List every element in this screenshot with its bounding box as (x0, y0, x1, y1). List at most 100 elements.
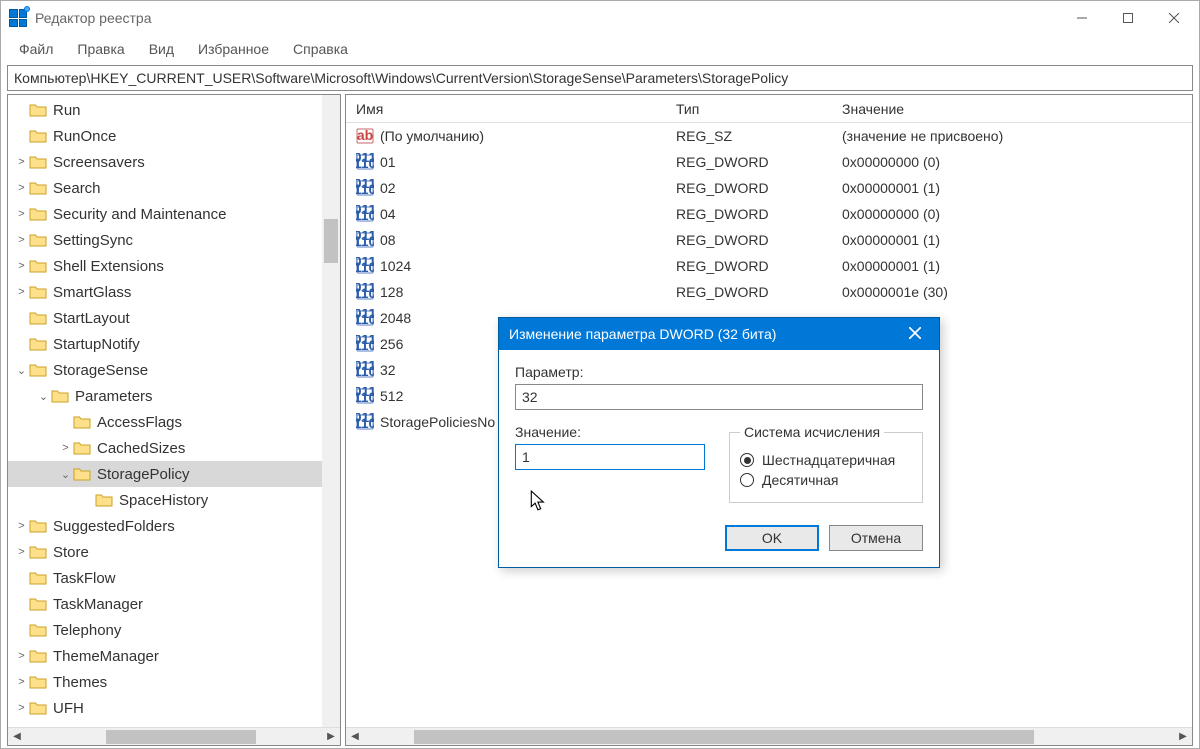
tree-item[interactable]: >SettingSync (8, 227, 340, 253)
tree-item[interactable]: > SmartGlass (8, 279, 340, 305)
expand-icon[interactable]: > (14, 234, 29, 246)
value-input[interactable] (515, 444, 705, 470)
value-type: REG_DWORD (666, 258, 832, 274)
expand-icon[interactable]: > (14, 260, 29, 272)
list-row[interactable]: ab(По умолчанию)REG_SZ(значение не присв… (346, 123, 1192, 149)
scroll-left-button[interactable]: ◀ (8, 728, 26, 746)
tree-view[interactable]: RunRunOnce > Screensavers >Search>Security … (8, 95, 340, 727)
menu-help[interactable]: Справка (283, 38, 358, 60)
scrollbar-thumb[interactable] (324, 219, 338, 263)
column-name[interactable]: Имя (346, 101, 666, 117)
folder-icon (29, 701, 47, 715)
scroll-left-button[interactable]: ◀ (346, 728, 364, 746)
tree-item[interactable]: StartupNotify (8, 331, 340, 357)
expand-icon[interactable]: > (14, 702, 29, 714)
dialog-close-button[interactable] (901, 326, 929, 342)
value-name: (По умолчанию) (380, 128, 484, 144)
tree-vertical-scrollbar[interactable] (322, 95, 340, 727)
tree-item[interactable]: TaskFlow (8, 565, 340, 591)
tree-item[interactable]: Telephony (8, 617, 340, 643)
list-row[interactable]: 01111004REG_DWORD0x00000000 (0) (346, 201, 1192, 227)
tree-item-label: SmartGlass (53, 284, 131, 301)
expand-icon[interactable]: > (14, 156, 29, 168)
tree-item[interactable]: > Themes (8, 669, 340, 695)
folder-icon (51, 389, 69, 403)
folder-icon (29, 337, 47, 351)
menu-file[interactable]: Файл (9, 38, 63, 60)
value-name: 08 (380, 232, 396, 248)
list-row[interactable]: 011110128REG_DWORD0x0000001e (30) (346, 279, 1192, 305)
folder-icon (29, 129, 47, 143)
menu-favorites[interactable]: Избранное (188, 38, 279, 60)
tree-item[interactable]: > SuggestedFolders (8, 513, 340, 539)
menu-view[interactable]: Вид (139, 38, 184, 60)
tree-item[interactable]: > ThemeManager (8, 643, 340, 669)
tree-item[interactable]: >Search (8, 175, 340, 201)
address-bar[interactable]: Компьютер\HKEY_CURRENT_USER\Software\Mic… (7, 65, 1193, 91)
tree-item[interactable]: >Store (8, 539, 340, 565)
tree-item[interactable]: > Screensavers (8, 149, 340, 175)
expand-icon[interactable]: > (14, 546, 29, 558)
column-data[interactable]: Значение (832, 101, 1192, 117)
value-name: 1024 (380, 258, 411, 274)
scrollbar-thumb[interactable] (106, 730, 256, 744)
tree-item[interactable]: >Shell Extensions (8, 253, 340, 279)
scrollbar-thumb[interactable] (414, 730, 1034, 744)
value-name: 01 (380, 154, 396, 170)
collapse-icon[interactable]: ⌄ (36, 390, 51, 403)
tree-item[interactable]: AccessFlags (8, 409, 340, 435)
tree-item[interactable]: Run (8, 97, 340, 123)
folder-icon (29, 545, 47, 559)
tree-item[interactable]: StartLayout (8, 305, 340, 331)
param-input[interactable] (515, 384, 923, 410)
maximize-button[interactable] (1105, 2, 1151, 34)
minimize-button[interactable] (1059, 2, 1105, 34)
collapse-icon[interactable]: ⌄ (14, 364, 29, 377)
tree-item-label: SuggestedFolders (53, 518, 175, 535)
radio-dec[interactable]: Десятичная (740, 472, 912, 488)
radio-hex[interactable]: Шестнадцатеричная (740, 452, 912, 468)
folder-icon (29, 649, 47, 663)
value-data: 0x00000000 (0) (832, 154, 1192, 170)
list-row[interactable]: 0111101024REG_DWORD0x00000001 (1) (346, 253, 1192, 279)
tree-item[interactable]: TaskManager (8, 591, 340, 617)
tree-item[interactable]: ⌄StorageSense (8, 357, 340, 383)
tree-item-label: ThemeManager (53, 648, 159, 665)
value-name: 128 (380, 284, 403, 300)
list-row[interactable]: 01111002REG_DWORD0x00000001 (1) (346, 175, 1192, 201)
tree-item[interactable]: >UFH (8, 695, 340, 721)
expand-icon[interactable]: > (14, 208, 29, 220)
menu-edit[interactable]: Правка (67, 38, 134, 60)
tree-item[interactable]: ⌄StoragePolicy (8, 461, 340, 487)
expand-icon[interactable]: > (14, 676, 29, 688)
svg-text:110: 110 (356, 181, 374, 197)
value-name: 02 (380, 180, 396, 196)
expand-icon[interactable]: > (14, 650, 29, 662)
tree-item[interactable]: >Security and Maintenance (8, 201, 340, 227)
expand-icon[interactable]: > (14, 520, 29, 532)
list-horizontal-scrollbar[interactable]: ◀ ▶ (346, 727, 1192, 745)
tree-item-label: Screensavers (53, 154, 145, 171)
expand-icon[interactable]: > (58, 442, 73, 454)
ok-button[interactable]: OK (725, 525, 819, 551)
tree-item[interactable]: ⌄Parameters (8, 383, 340, 409)
expand-icon[interactable]: > (14, 182, 29, 194)
list-row[interactable]: 01111008REG_DWORD0x00000001 (1) (346, 227, 1192, 253)
column-type[interactable]: Тип (666, 101, 832, 117)
list-row[interactable]: 01111001REG_DWORD0x00000000 (0) (346, 149, 1192, 175)
tree-horizontal-scrollbar[interactable]: ◀ ▶ (8, 727, 340, 745)
tree-item[interactable]: SpaceHistory (8, 487, 340, 513)
tree-item[interactable]: >CachedSizes (8, 435, 340, 461)
radio-icon (740, 453, 754, 467)
expand-icon[interactable]: > (14, 286, 29, 298)
folder-icon (29, 155, 47, 169)
collapse-icon[interactable]: ⌄ (58, 468, 73, 481)
tree-item-label: Themes (53, 674, 107, 691)
tree-item[interactable]: RunOnce (8, 123, 340, 149)
scroll-right-button[interactable]: ▶ (1174, 728, 1192, 746)
value-label: Значение: (515, 424, 711, 440)
dword-value-icon: 011110 (356, 283, 374, 301)
close-button[interactable] (1151, 2, 1197, 34)
scroll-right-button[interactable]: ▶ (322, 728, 340, 746)
cancel-button[interactable]: Отмена (829, 525, 923, 551)
